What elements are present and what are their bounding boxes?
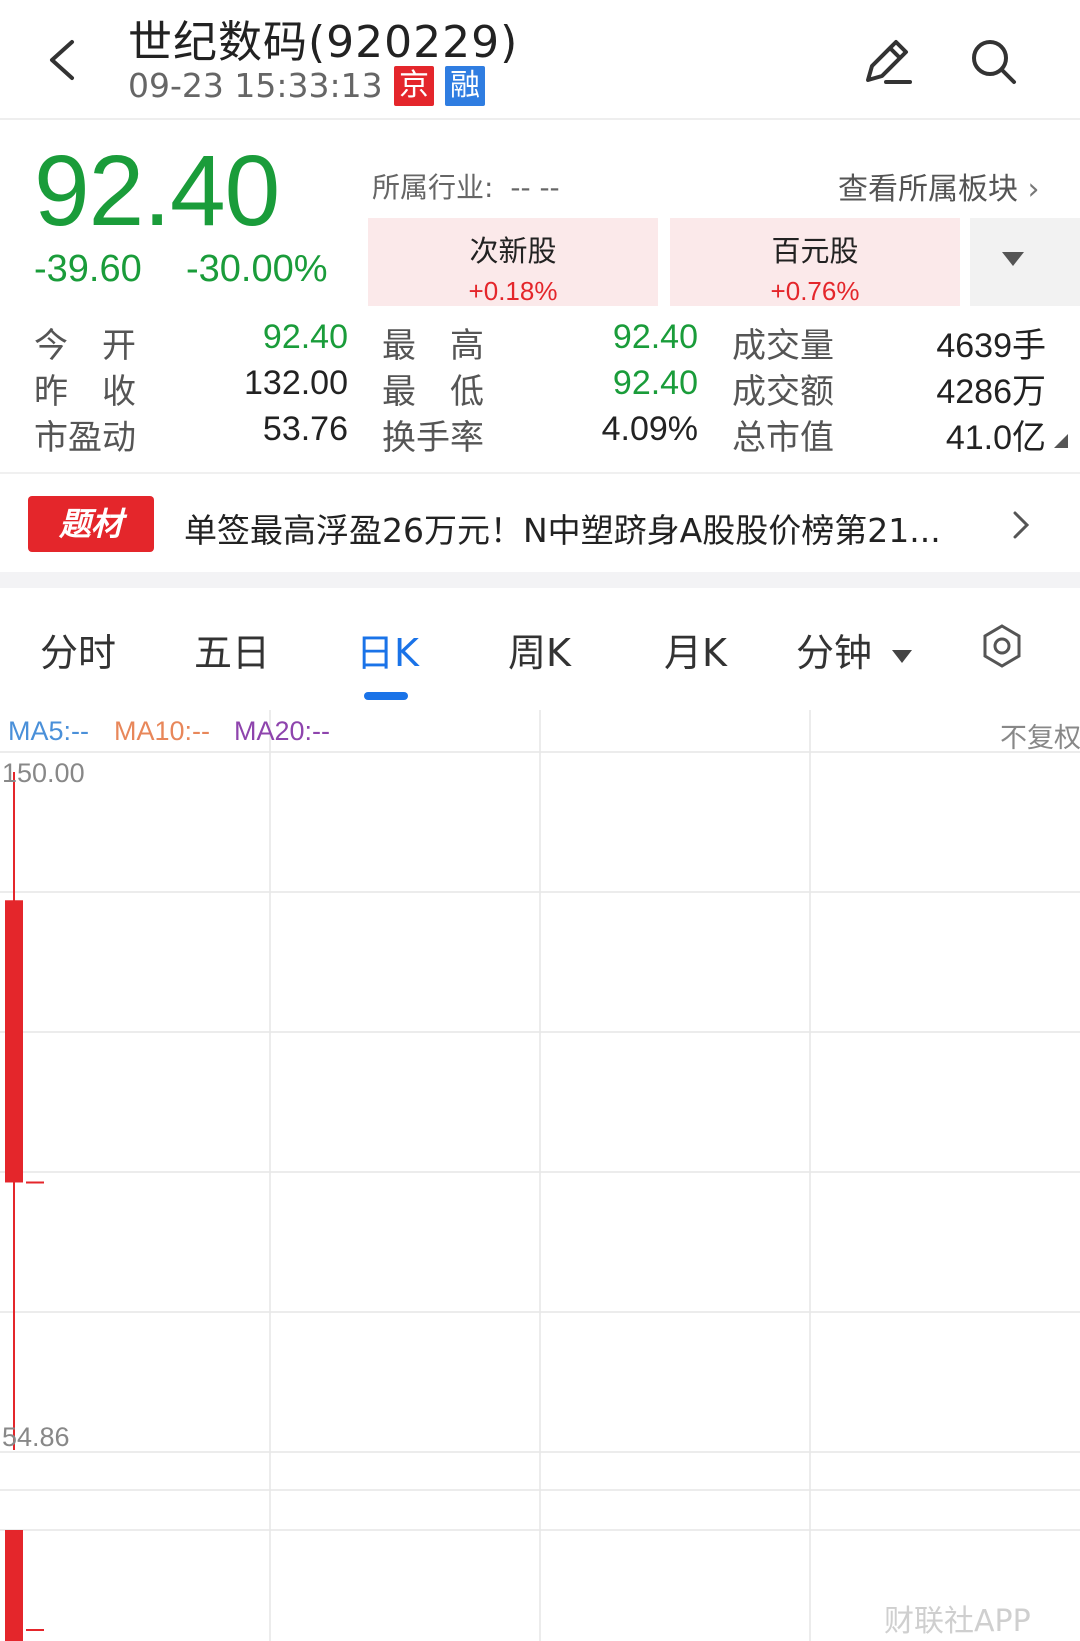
back-arrow-icon[interactable] [40,30,90,90]
stat-value: 92.40 [262,318,348,356]
news-headline: 单签最高浮盈26万元！N中塑跻身A股股价榜第21... [184,511,941,550]
stat-label: 总市值 [732,418,834,458]
caret-down-icon [1002,252,1024,266]
tab-weekly-k[interactable]: 周K [508,622,571,677]
margin-badge: 融 [445,66,485,106]
sector-name: 百元股 [771,234,859,268]
section-divider [0,572,1080,588]
news-badge: 题材 [28,496,154,552]
stat-value: 4.09% [601,410,698,448]
kline-chart-canvas [0,710,1080,1641]
stat-value: 4639手 [936,327,1046,365]
y-axis-max-label: 150.00 [2,758,85,788]
candle-body [5,900,23,1183]
tab-intraday[interactable]: 分时 [40,622,116,677]
news-banner[interactable]: 题材 单签最高浮盈26万元！N中塑跻身A股股价榜第21... [0,472,1080,572]
more-sectors-button[interactable] [970,218,1080,306]
stat-label: 换手率 [382,418,484,458]
tab-minute[interactable]: 分钟 [796,622,914,677]
watermark: 财联社APP [884,1604,1031,1639]
quote-datetime: 09-23 15:33:13 [128,66,383,105]
stat-label: 成交量 [732,326,834,366]
stat-value: 132.00 [244,364,348,402]
stat-value: 92.40 [612,318,698,356]
tab-five-day[interactable]: 五日 [194,622,270,677]
chevron-right-icon: › [1027,172,1040,207]
stat-value: 41.0亿 [945,419,1046,457]
search-icon[interactable] [962,30,1024,92]
exchange-badge: 京 [394,66,434,106]
tab-daily-k[interactable]: 日K [356,622,419,677]
stat-label: 最 高 [382,326,484,366]
stat-value: 53.76 [262,410,348,448]
sector-name: 次新股 [469,234,557,268]
stat-label: 市盈动 [34,418,136,458]
adjust-mode[interactable]: 不复权 [1000,716,1080,755]
chart-settings-icon[interactable] [978,622,1026,670]
sector-card[interactable]: 次新股 +0.18% [368,218,658,306]
price-change-percent: -30.00% [186,248,328,290]
chevron-right-icon [1013,511,1030,539]
volume-bar [5,1530,23,1641]
edit-icon[interactable] [856,30,918,92]
sector-change: +0.18% [468,276,558,306]
stock-title: 世纪数码(920229) [128,17,519,68]
y-axis-min-label: 54.86 [2,1422,70,1452]
sector-card[interactable]: 百元股 +0.76% [670,218,960,306]
industry-label: 所属行业: [372,171,494,204]
stat-label: 成交额 [732,372,834,412]
last-price: 92.40 [34,135,280,247]
view-board-label: 查看所属板块 [838,172,1018,207]
ma20-readout: MA20:-- [234,716,331,746]
expand-corner-icon[interactable] [1054,434,1068,448]
sector-change: +0.76% [770,276,860,306]
stat-label: 昨 收 [34,372,136,412]
industry-value: -- -- [510,171,560,204]
tab-monthly-k[interactable]: 月K [664,622,727,677]
ma10-readout: MA10:-- [114,716,211,746]
tab-minute-label: 分钟 [796,631,873,675]
active-tab-indicator [364,692,408,700]
price-change: -39.60 [34,248,142,290]
stat-value: 92.40 [612,364,698,402]
top-bar: 世纪数码(920229) 09-23 15:33:13 京 融 [0,0,1080,120]
stat-label: 最 低 [382,372,484,412]
kline-chart[interactable] [0,710,1080,1641]
industry-info: 所属行业: -- -- [372,166,560,206]
stat-value: 4286万 [936,373,1046,411]
stat-label: 今 开 [34,326,136,366]
ma5-readout: MA5:-- [8,716,89,746]
view-board-link[interactable]: 查看所属板块 › [838,164,1040,208]
caret-down-icon [892,649,913,663]
